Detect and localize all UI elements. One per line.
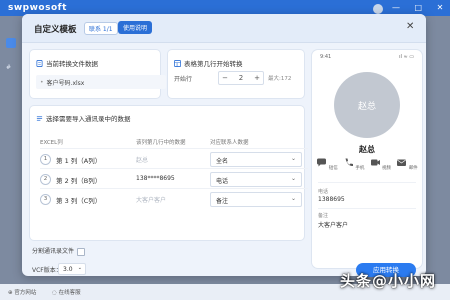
select-value: 全名 (216, 158, 229, 165)
header-row-data: 该列第几行中的数据 (136, 140, 186, 146)
chevron-down-icon: ⌄ (77, 265, 82, 271)
message-action: 短信 (316, 158, 338, 171)
official-site-label: 官方网站 (14, 290, 37, 296)
contact-field-select[interactable]: 电话 ⌄ (210, 172, 302, 187)
row-number: 1 (40, 154, 51, 165)
video-action: 视频 (369, 158, 391, 171)
header-contact-field: 对应联系人数据 (210, 140, 249, 146)
cell-value: 大客户客户 (136, 197, 167, 204)
contact-field-select[interactable]: 全名 ⌄ (210, 152, 302, 167)
contact-avatar: 赵总 (334, 72, 400, 138)
start-row-panel-title-text: 表格第几行开始转换 (184, 60, 243, 68)
watermark: 头条@小小网 (340, 272, 437, 290)
globe-icon: ⊕ (8, 290, 13, 296)
start-row-stepper[interactable]: − 2 + (218, 71, 264, 85)
column-name: 第 2 列（B列） (56, 177, 102, 185)
user-avatar[interactable] (373, 4, 383, 14)
contact-preview: 9:41 ıl ≈ ▭ 赵总 赵总 短信 手机 视频 邮件 电话 1388695 (312, 50, 422, 268)
divider (318, 208, 416, 209)
app-logo: swpwosoft (8, 3, 67, 13)
cell-value: 赵总 (136, 157, 149, 164)
phone-action: 手机 (343, 158, 365, 171)
phone-field-value: 1388695 (318, 196, 345, 203)
contact-field-select[interactable]: 备注 ⌄ (210, 192, 302, 207)
data-icon (36, 115, 43, 121)
file-panel: 当前转换文件数据 • 客户号码.xlsx (30, 50, 166, 98)
online-service-label: 在线客服 (58, 290, 81, 296)
select-value: 电话 (216, 178, 229, 185)
file-icon (36, 59, 43, 67)
select-value: 备注 (216, 198, 229, 205)
mail-icon (397, 159, 407, 166)
dot-icon: • (40, 78, 44, 86)
vcf-version-value: 3.0 (63, 266, 73, 273)
action-label: 手机 (355, 166, 365, 171)
decrement-button[interactable]: − (219, 74, 231, 82)
background-sidebar-button (6, 38, 16, 48)
message-icon (317, 158, 327, 167)
file-panel-title-text: 当前转换文件数据 (46, 60, 98, 68)
increment-button[interactable]: + (251, 74, 263, 82)
column-name: 第 3 列（C列） (56, 197, 102, 205)
current-file: • 客户号码.xlsx (36, 75, 166, 89)
mapping-panel-title-text: 选择需要导入通讯录中的数据 (46, 115, 131, 123)
count-badge: 联系 1/1 (84, 22, 118, 35)
vcf-version-select[interactable]: 3.0 ⌄ (58, 263, 86, 275)
status-icons: ıl ≈ ▭ (399, 54, 414, 60)
divider (318, 182, 416, 183)
table-row: 3 第 3 列（C列） 大客户客户 备注 ⌄ (40, 188, 308, 209)
status-time: 9:41 (320, 54, 332, 60)
chevron-down-icon: ⌄ (290, 195, 296, 202)
background-sidebar-text: # (6, 64, 12, 71)
custom-template-dialog: 自定义模板 联系 1/1 使用说明 ✕ 当前转换文件数据 • 客户号码.xlsx… (22, 14, 426, 276)
contact-name: 赵总 (359, 145, 375, 154)
official-site-link[interactable]: ⊕ 官方网站 (8, 288, 36, 296)
contact-actions: 短信 手机 视频 邮件 (316, 158, 418, 171)
chevron-down-icon: ⌄ (290, 175, 296, 182)
split-checkbox[interactable] (77, 247, 86, 256)
header-excel-column: EXCEL列 (40, 140, 63, 146)
mapping-panel-title: 选择需要导入通讯录中的数据 (36, 113, 131, 123)
file-panel-title: 当前转换文件数据 (36, 58, 98, 68)
phone-icon (345, 158, 353, 167)
close-icon[interactable]: ✕ (406, 21, 414, 32)
action-label: 短信 (328, 166, 338, 171)
file-name: 客户号码.xlsx (46, 79, 85, 87)
help-button[interactable]: 使用说明 (118, 21, 153, 34)
action-label: 视频 (382, 166, 392, 171)
row-number: 3 (40, 194, 51, 205)
split-option[interactable]: 分割通讯录文件 (32, 246, 86, 256)
online-service-link[interactable]: ◌ 在线客服 (52, 288, 81, 296)
avatar-text: 赵总 (357, 101, 376, 112)
split-label: 分割通讯录文件 (32, 248, 75, 255)
column-name: 第 1 列（A列） (56, 157, 102, 165)
mapping-panel: 选择需要导入通讯录中的数据 EXCEL列 该列第几行中的数据 对应联系人数据 1… (30, 106, 308, 240)
chat-icon: ◌ (52, 290, 57, 296)
start-row-panel-title: 表格第几行开始转换 (174, 58, 243, 68)
start-row-label: 开始行 (174, 76, 193, 83)
start-row-value[interactable]: 2 (235, 74, 247, 82)
action-label: 邮件 (408, 166, 418, 171)
start-row-panel: 表格第几行开始转换 开始行 − 2 + 最大:172 (168, 50, 304, 98)
max-row-label: 最大:172 (268, 76, 292, 82)
dialog-title: 自定义模板 (34, 25, 77, 35)
window-controls[interactable]: — □ ✕ (392, 3, 449, 12)
table-row: 1 第 1 列（A列） 赵总 全名 ⌄ (40, 148, 308, 169)
cell-value: 138****8695 (136, 175, 175, 182)
dialog-header: 自定义模板 联系 1/1 使用说明 ✕ (22, 14, 426, 43)
table-icon (174, 59, 181, 67)
chevron-down-icon: ⌄ (290, 155, 296, 162)
video-icon (370, 159, 380, 166)
mail-action: 邮件 (396, 158, 418, 171)
table-row: 2 第 2 列（B列） 138****8695 电话 ⌄ (40, 168, 308, 189)
note-field-label: 备注 (318, 213, 329, 219)
phone-field-label: 电话 (318, 189, 329, 195)
row-number: 2 (40, 174, 51, 185)
note-field-value: 大客户客户 (318, 222, 349, 229)
